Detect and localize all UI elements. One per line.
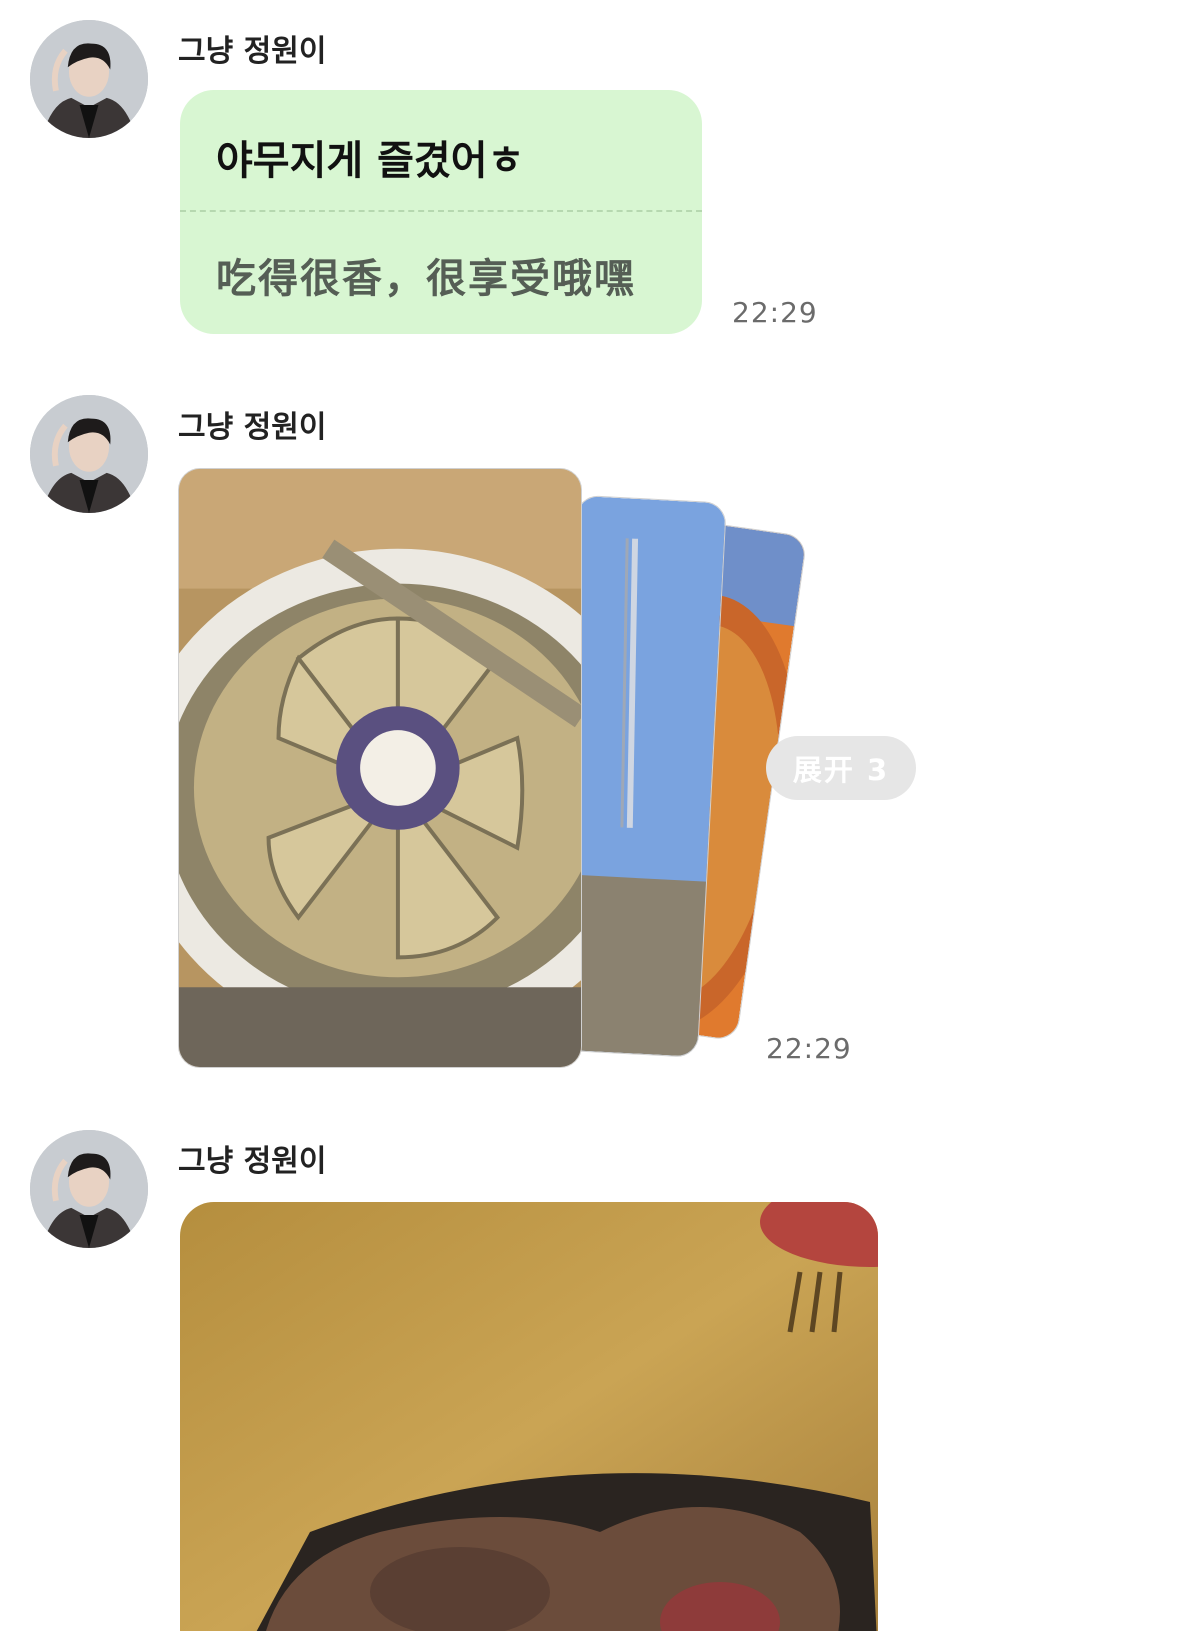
message-bubble[interactable]: 야무지게 즐겼어ㅎ 吃得很香，很享受哦嘿 xyxy=(180,90,702,334)
message-photo-steak[interactable] xyxy=(180,1202,878,1631)
sender-avatar[interactable] xyxy=(30,1130,148,1248)
sender-avatar[interactable] xyxy=(30,20,148,138)
message-timestamp: 22:29 xyxy=(732,296,818,329)
translated-text: 吃得很香，很享受哦嘿 xyxy=(216,256,636,302)
sender-name: 그냥 정원이 xyxy=(178,410,327,445)
sender-name: 그냥 정원이 xyxy=(178,34,327,69)
sender-name: 그냥 정원이 xyxy=(178,1144,327,1179)
translation-divider xyxy=(180,210,702,212)
message-text: 야무지게 즐겼어ㅎ xyxy=(216,138,525,184)
stacked-photo-ice-cream-case[interactable] xyxy=(178,468,582,1068)
image-stack[interactable] xyxy=(178,460,808,1080)
expand-images-button[interactable]: 展开 3 xyxy=(766,736,916,800)
message-timestamp: 22:29 xyxy=(766,1032,852,1065)
chat-thread: 그냥 정원이 야무지게 즐겼어ㅎ 吃得很香，很享受哦嘿 22:29 그냥 정원이 xyxy=(0,0,1179,1631)
sender-avatar[interactable] xyxy=(30,395,148,513)
